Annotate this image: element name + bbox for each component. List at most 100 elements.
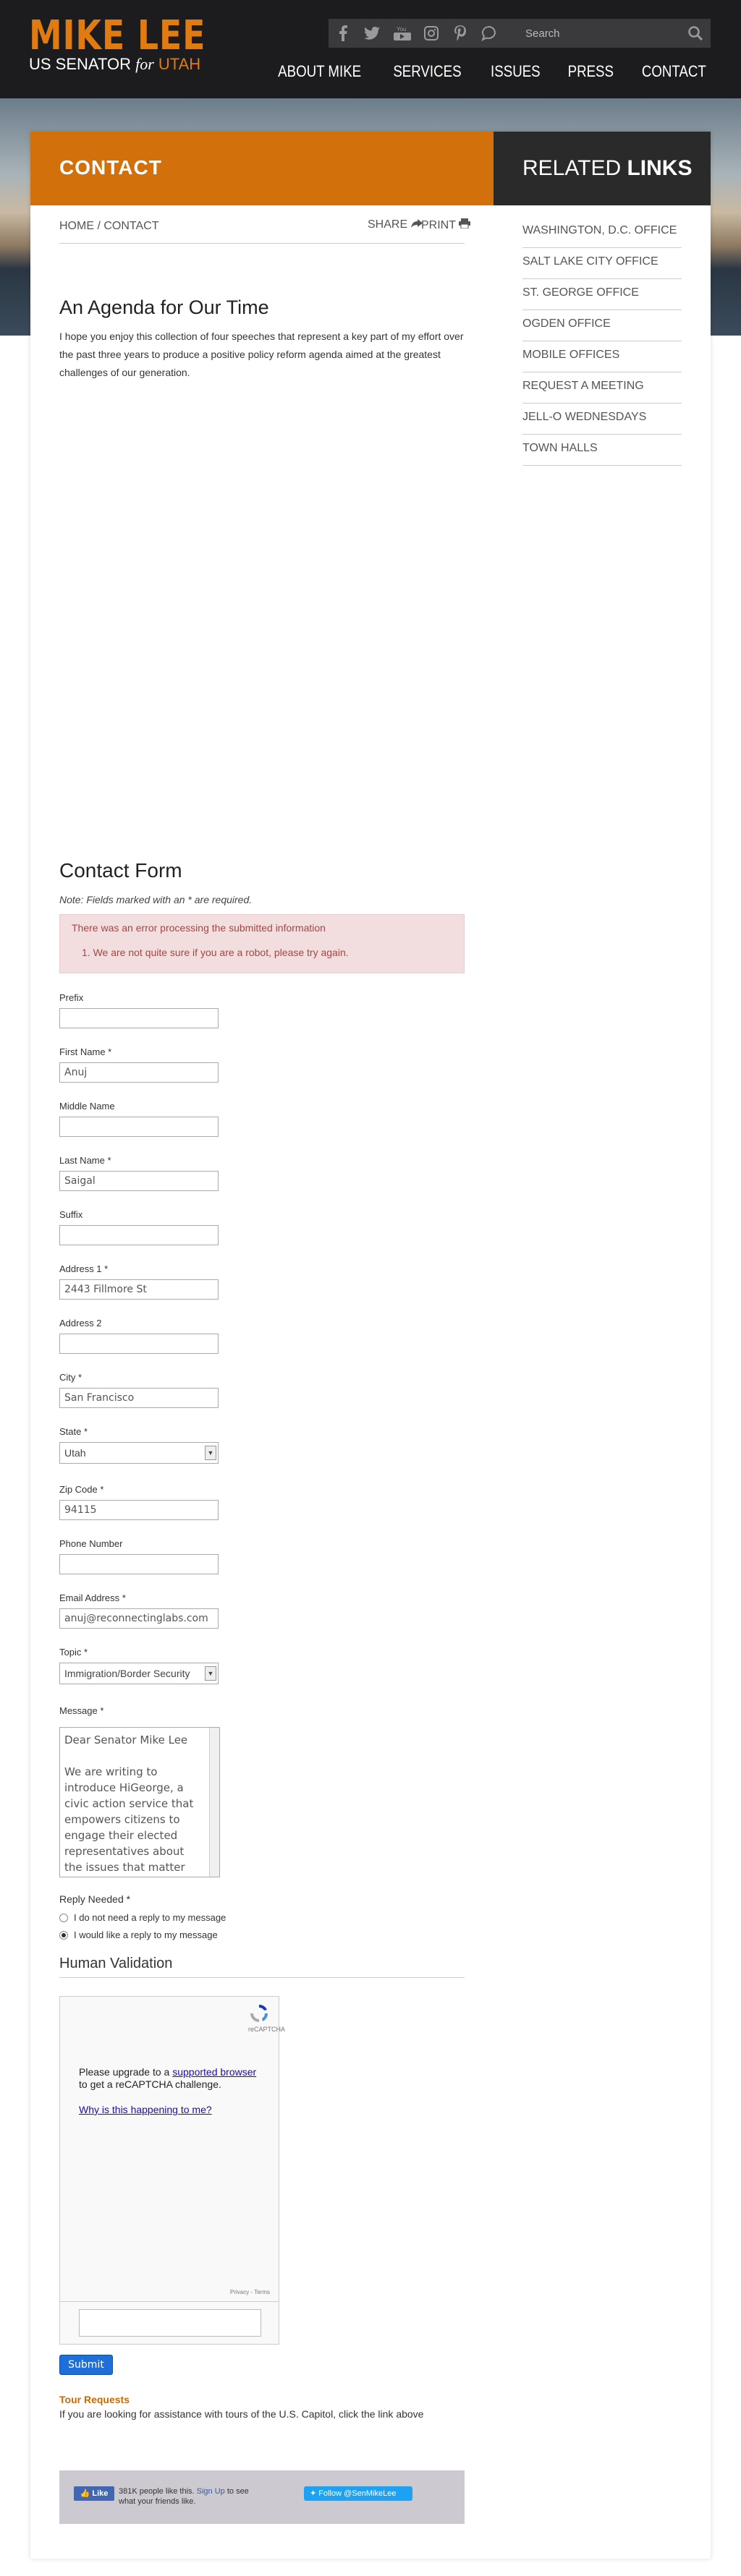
social-widgets: 👍 Like 381K people like this. Sign Up to… [59,2470,465,2524]
divider [59,243,465,244]
youtube-icon[interactable]: You [388,19,417,48]
social-search-bar: You [329,19,711,48]
message-textarea[interactable]: Dear Senator Mike Lee We are writing to … [59,1727,220,1877]
submit-button[interactable]: Submit [59,2355,113,2375]
phone-field[interactable] [59,1554,219,1574]
divider [59,1977,465,1978]
facebook-icon[interactable] [329,19,357,48]
recaptcha-widget: reCAPTCHA Please upgrade to a supported … [59,1996,285,2308]
related-link-st-george-office[interactable]: ST. GEORGE OFFICE [522,279,682,310]
error-item: 1. We are not quite sure if you are a ro… [82,947,349,958]
chevron-down-icon: ▼ [205,1446,216,1460]
human-validation-title: Human Validation [59,1956,173,1971]
contact-banner: CONTACT [30,132,494,205]
zip-field[interactable] [59,1500,219,1520]
required-note: Note: Fields marked with an * are requir… [59,894,253,905]
recaptcha-logo: reCAPTCHA [248,2003,285,2033]
instagram-icon[interactable] [417,19,446,48]
related-links-title: RELATED LINKS [522,156,693,180]
breadcrumb[interactable]: HOME / CONTACT [59,220,158,233]
tour-requests-text: If you are looking for assistance with t… [59,2408,424,2420]
related-link-jello-wednesdays[interactable]: JELL-O WEDNESDAYS [522,404,682,435]
twitter-icon[interactable] [357,19,386,48]
related-link-dc-office[interactable]: WASHINGTON, D.C. OFFICE [522,217,682,248]
related-link-ogden-office[interactable]: OGDEN OFFICE [522,310,682,341]
related-link-mobile-offices[interactable]: MOBILE OFFICES [522,341,682,372]
thumbs-up-icon: 👍 [80,2489,90,2498]
contact-form-title: Contact Form [59,859,182,882]
captcha-message: Please upgrade to a supported browser to… [79,2066,257,2090]
site-logo[interactable]: MIKE LEE US SENATOR for UTAH [29,14,245,74]
email-field[interactable] [59,1608,219,1629]
suffix-field[interactable] [59,1225,219,1245]
topic-label: Topic * [59,1647,88,1658]
captcha-response-field[interactable] [79,2309,261,2337]
city-field[interactable] [59,1388,219,1408]
last-name-field[interactable] [59,1171,219,1191]
chevron-down-icon: ▼ [205,1666,216,1681]
page-title: CONTACT [59,156,162,179]
message-text: Dear Senator Mike Lee We are writing to … [64,1733,194,1874]
agenda-text: I hope you enjoy this collection of four… [59,330,464,378]
topic-select[interactable]: Immigration/Border Security ▼ [59,1663,219,1684]
facebook-like-text: 381K people like this. Sign Up to see wh… [119,2487,249,2506]
middle-name-field[interactable] [59,1117,219,1137]
related-links-list: WASHINGTON, D.C. OFFICE SALT LAKE CITY O… [522,217,682,466]
share-button[interactable]: SHARE [368,218,423,231]
main-nav: ABOUT MIKE SERVICES ISSUES PRESS CONTACT [271,62,712,81]
middle-name-label: Middle Name [59,1101,115,1112]
recaptcha-panel: reCAPTCHA Please upgrade to a supported … [60,1997,285,2303]
chat-icon[interactable] [475,19,504,48]
youtube-icon-label: You [397,26,407,33]
address2-field[interactable] [59,1334,219,1354]
related-link-town-halls[interactable]: TOWN HALLS [522,435,682,466]
last-name-label: Last Name * [59,1155,111,1166]
city-label: City * [59,1372,82,1383]
state-label: State * [59,1426,88,1437]
first-name-label: First Name * [59,1046,112,1057]
address2-label: Address 2 [59,1318,102,1328]
nav-press[interactable]: PRESS [567,62,613,81]
twitter-bird-icon: ✦ [310,2489,317,2498]
message-scrollbar[interactable] [209,1728,219,1877]
reply-needed-label: Reply Needed * [59,1893,131,1905]
radio-button[interactable] [59,1913,68,1922]
twitter-follow-button[interactable]: ✦ Follow @SenMikeLee [304,2486,412,2501]
nav-contact[interactable]: CONTACT [642,62,706,81]
facebook-like-button[interactable]: 👍 Like [74,2486,114,2501]
related-link-slc-office[interactable]: SALT LAKE CITY OFFICE [522,248,682,279]
error-alert: There was an error processing the submit… [59,914,465,973]
reply-option-no[interactable]: I do not need a reply to my message [59,1912,226,1923]
agenda-title: An Agenda for Our Time [59,297,269,318]
zip-label: Zip Code * [59,1484,104,1495]
first-name-field[interactable] [59,1062,219,1083]
nav-about-mike[interactable]: ABOUT MIKE [278,62,361,81]
prefix-field[interactable] [59,1008,219,1028]
pinterest-icon[interactable] [446,19,475,48]
logo-name: MIKE LEE [29,12,206,59]
why-link[interactable]: Why is this happening to me? [79,2104,212,2115]
suffix-label: Suffix [59,1209,83,1220]
search-input[interactable] [517,19,711,48]
nav-issues[interactable]: ISSUES [491,62,541,81]
message-label: Message * [59,1705,104,1716]
phone-label: Phone Number [59,1538,123,1549]
tour-requests-title[interactable]: Tour Requests [59,2394,130,2405]
prefix-label: Prefix [59,992,84,1003]
captcha-response-area [59,2301,279,2345]
radio-button-selected[interactable] [59,1930,68,1940]
related-link-request-meeting[interactable]: REQUEST A MEETING [522,372,682,404]
fb-signup-link[interactable]: Sign Up [197,2487,225,2496]
related-links-banner: RELATED LINKS [494,132,711,205]
email-label: Email Address * [59,1592,126,1603]
address1-field[interactable] [59,1279,219,1300]
supported-browser-link[interactable]: supported browser [172,2066,256,2078]
printer-icon [459,218,471,229]
print-button[interactable]: PRINT [421,218,471,232]
reply-option-yes[interactable]: I would like a reply to my message [59,1929,218,1940]
privacy-terms[interactable]: Privacy - Terms [230,2289,270,2295]
error-message: There was an error processing the submit… [72,922,326,934]
state-select[interactable]: Utah ▼ [59,1442,219,1464]
search-icon[interactable] [687,25,703,41]
nav-services[interactable]: SERVICES [393,62,461,81]
